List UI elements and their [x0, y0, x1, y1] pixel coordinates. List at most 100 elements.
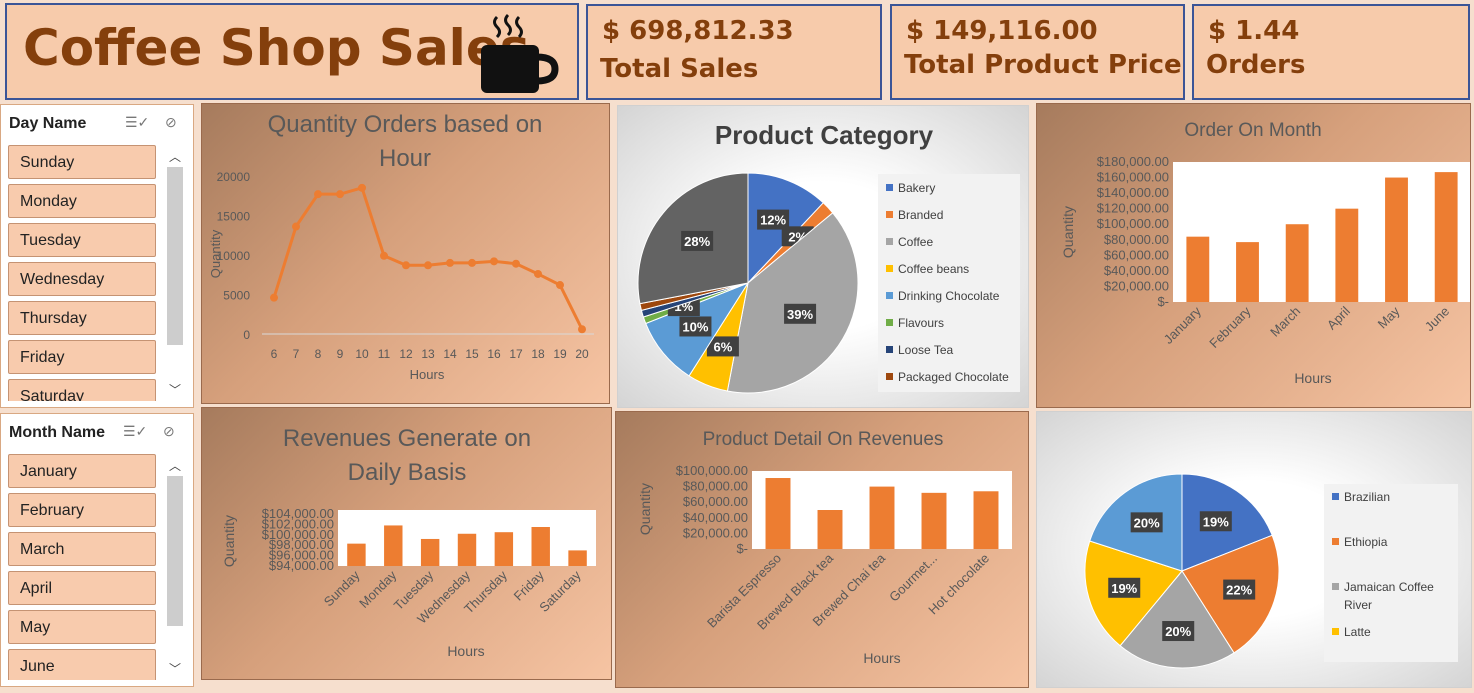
month-slicer-scrollbar[interactable]: ︿ ﹀	[165, 454, 185, 680]
day-slicer-scrollbar[interactable]: ︿ ﹀	[165, 145, 185, 401]
y-tick-label: $-	[736, 541, 748, 556]
x-tick-label: 7	[293, 347, 300, 361]
x-tick-label: 17	[509, 347, 523, 361]
slicer-item-june[interactable]: June	[8, 649, 156, 680]
slicer-item-monday[interactable]: Monday	[8, 184, 156, 218]
legend-label: Ethiopia	[1344, 535, 1388, 549]
slicer-title: Day Name	[9, 115, 87, 132]
x-tick-label: May	[1375, 303, 1403, 331]
bar	[921, 492, 947, 549]
bar	[1335, 208, 1359, 302]
x-tick-label: 8	[315, 347, 322, 361]
kpi-total-sales: $ 698,812.33 Total Sales	[586, 4, 882, 100]
legend-label: Branded	[898, 208, 943, 222]
x-tick-label: 18	[531, 347, 545, 361]
day-item-list: Sunday Monday Tuesday Wednesday Thursday…	[1, 145, 161, 401]
hour-line-chart-panel: Quantity Orders based on Hour 20000 15000 10…	[201, 103, 610, 404]
legend-swatch	[1332, 628, 1339, 635]
legend-label: Latte	[1344, 625, 1371, 639]
legend-swatch	[886, 319, 893, 326]
chart-title: Quantity Orders based on	[268, 111, 543, 138]
data-label: 20%	[1165, 624, 1191, 639]
y-tick-label: $-	[1157, 294, 1169, 309]
bar	[1285, 224, 1309, 302]
slicer-item-thursday[interactable]: Thursday	[8, 301, 156, 335]
slicer-item-friday[interactable]: Friday	[8, 340, 156, 374]
legend-label: Jamaican Coffee	[1344, 580, 1434, 594]
x-axis-title: Hours	[1294, 370, 1331, 386]
data-label: 19%	[1111, 581, 1137, 596]
kpi-value: $ 1.44	[1208, 16, 1300, 46]
scroll-thumb[interactable]	[167, 476, 183, 626]
data-point	[490, 257, 498, 266]
data-point	[512, 259, 520, 268]
chart-title: Product Category	[715, 120, 934, 150]
y-tick-label: $160,000.00	[1097, 170, 1169, 185]
clear-filter-icon[interactable]: ⊘	[163, 423, 175, 440]
slicer-item-march[interactable]: March	[8, 532, 156, 566]
x-tick-label: February	[1206, 303, 1254, 351]
legend-label: Drinking Chocolate	[898, 289, 1000, 303]
scroll-up-icon[interactable]: ︿	[165, 457, 185, 474]
y-tick-label: 0	[243, 328, 250, 342]
y-tick-label: $120,000.00	[1097, 201, 1169, 216]
x-tick-label: January	[1161, 303, 1205, 347]
multi-select-icon[interactable]: ☰✓	[125, 114, 149, 131]
kpi-value: $ 698,812.33	[602, 16, 794, 46]
bar	[1385, 177, 1408, 302]
category-pie-chart-panel: Product Category 12% 2% 39% 6% 10% 1% 28% Bakery…	[617, 105, 1029, 408]
data-point	[292, 222, 300, 231]
scroll-down-icon[interactable]: ﹀	[165, 381, 185, 398]
kpi-total-product-price: $ 149,116.00 Total Product Price	[890, 4, 1185, 100]
slicer-item-saturday[interactable]: Saturday	[8, 379, 156, 401]
x-axis-title: Hours	[447, 643, 484, 659]
scroll-up-icon[interactable]: ︿	[165, 148, 185, 165]
bar	[765, 478, 791, 549]
y-tick-label: $80,000.00	[683, 479, 748, 494]
legend-label: Packaged Chocolate	[898, 370, 1009, 384]
chart-title: Hour	[379, 145, 431, 172]
chart-title: Revenues Generate on	[283, 425, 531, 452]
clear-filter-icon[interactable]: ⊘	[165, 114, 177, 131]
x-tick-label: 13	[421, 347, 435, 361]
data-point	[556, 281, 564, 290]
title-card: Coffee Shop Sales	[5, 3, 579, 100]
y-tick-label: 5000	[223, 289, 250, 303]
month-item-list: January February March April May June	[1, 454, 161, 680]
x-tick-label: 14	[443, 347, 457, 361]
y-axis-title: Quantity	[1060, 206, 1076, 258]
slicer-item-april[interactable]: April	[8, 571, 156, 605]
slicer-item-may[interactable]: May	[8, 610, 156, 644]
data-point	[380, 251, 388, 260]
slicer-item-sunday[interactable]: Sunday	[8, 145, 156, 179]
legend-swatch	[886, 346, 893, 353]
scroll-down-icon[interactable]: ﹀	[165, 660, 185, 677]
x-tick-label: March	[1267, 304, 1303, 340]
data-label: 12%	[760, 213, 786, 228]
slicer-item-january[interactable]: January	[8, 454, 156, 488]
data-label: 6%	[713, 339, 732, 354]
multi-select-icon[interactable]: ☰✓	[123, 423, 147, 440]
legend-swatch	[886, 184, 893, 191]
data-point	[446, 258, 454, 267]
legend-swatch	[1332, 583, 1339, 590]
y-tick-label: $80,000.00	[1104, 232, 1169, 247]
legend-label: Bakery	[898, 181, 935, 195]
slicer-title: Month Name	[9, 424, 105, 441]
slicer-item-tuesday[interactable]: Tuesday	[8, 223, 156, 257]
data-point	[336, 190, 344, 199]
legend-box	[878, 174, 1020, 392]
y-axis-title: Quantity	[221, 515, 237, 567]
slicer-item-february[interactable]: February	[8, 493, 156, 527]
slicer-item-wednesday[interactable]: Wednesday	[8, 262, 156, 296]
month-bar-chart: Order On Month $180,000.00$160,000.00$140…	[1060, 120, 1471, 386]
bar	[1236, 242, 1259, 302]
x-tick-label: April	[1324, 303, 1353, 332]
bar	[384, 525, 403, 566]
scroll-thumb[interactable]	[167, 167, 183, 345]
y-tick-label: 15000	[217, 210, 251, 224]
x-tick-label: 20	[575, 347, 589, 361]
data-point	[578, 325, 586, 334]
legend-swatch	[886, 211, 893, 218]
y-tick-label: $40,000.00	[1104, 263, 1169, 278]
